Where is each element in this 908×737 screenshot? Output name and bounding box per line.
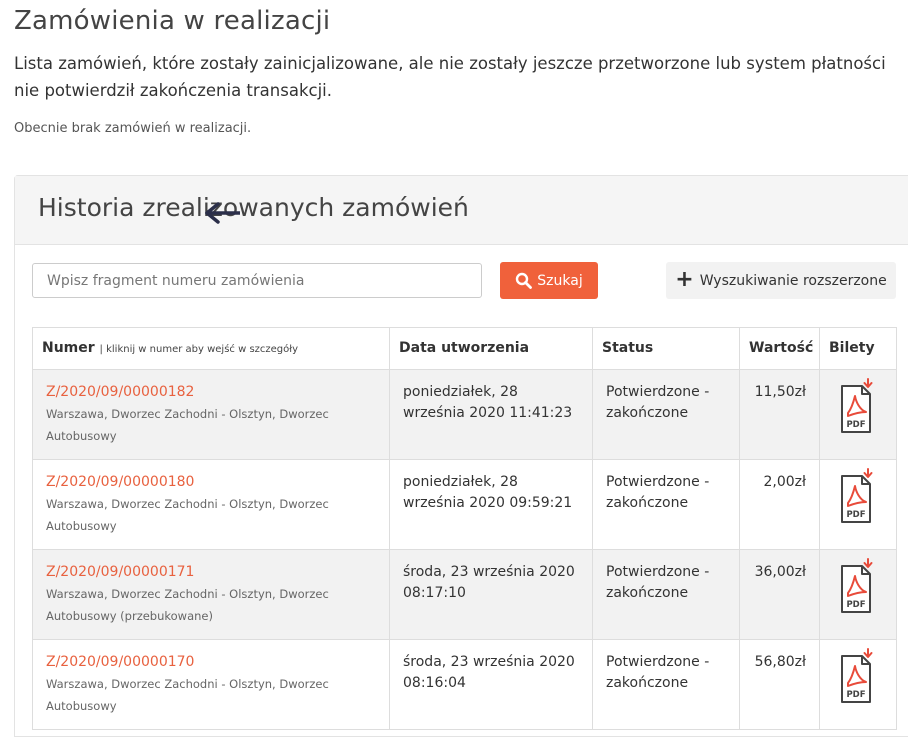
plus-icon: + [675, 266, 694, 292]
column-header-created: Data utworzenia [389, 327, 593, 370]
column-header-value: Wartość [739, 327, 820, 370]
order-status-cell: Potwierdzone - zakończone [592, 459, 740, 550]
pdf-download-icon[interactable]: PDF [838, 558, 878, 623]
pdf-label: PDF [846, 420, 865, 430]
pdf-label: PDF [846, 600, 865, 610]
column-header-number: Numer | kliknij w numer aby wejść w szcz… [32, 327, 390, 370]
table-row: Z/2020/09/00000171 Warszawa, Dworzec Zac… [32, 549, 897, 640]
order-number-cell: Z/2020/09/00000170 Warszawa, Dworzec Zac… [32, 639, 390, 730]
order-tickets-cell: PDF [819, 369, 897, 460]
order-status-cell: Potwierdzone - zakończone [592, 639, 740, 730]
order-status-cell: Potwierdzone - zakończone [592, 369, 740, 460]
order-value-cell: 36,00zł [739, 549, 820, 640]
table-header-row: Numer | kliknij w numer aby wejść w szcz… [32, 327, 897, 370]
order-route: Warszawa, Dworzec Zachodni - Olsztyn, Dw… [46, 407, 329, 443]
pdf-label: PDF [846, 510, 865, 520]
order-value-cell: 11,50zł [739, 369, 820, 460]
page-title: Zamówienia w realizacji [14, 6, 331, 36]
order-number-link[interactable]: Z/2020/09/00000171 [46, 564, 194, 580]
pdf-label: PDF [846, 690, 865, 700]
order-number-cell: Z/2020/09/00000171 Warszawa, Dworzec Zac… [32, 549, 390, 640]
pdf-download-icon[interactable]: PDF [838, 468, 878, 533]
order-number-cell: Z/2020/09/00000180 Warszawa, Dworzec Zac… [32, 459, 390, 550]
empty-orders-note: Obecnie brak zamówień w realizacji. [14, 121, 252, 136]
column-header-tickets: Bilety [819, 327, 897, 370]
order-number-link[interactable]: Z/2020/09/00000180 [46, 474, 194, 490]
order-route: Warszawa, Dworzec Zachodni - Olsztyn, Dw… [46, 587, 329, 623]
table-row: Z/2020/09/00000180 Warszawa, Dworzec Zac… [32, 459, 897, 550]
pdf-download-icon[interactable]: PDF [838, 378, 878, 443]
column-number-hint: | kliknij w numer aby wejść w szczegóły [99, 344, 299, 355]
pdf-download-icon[interactable]: PDF [838, 648, 878, 713]
panel-title: Historia zrealizowanych zamówień [38, 193, 469, 222]
search-icon [516, 272, 533, 289]
advanced-search-label: Wyszukiwanie rozszerzone [699, 272, 887, 289]
order-created-cell: poniedziałek, 28 września 2020 09:59:21 [389, 459, 593, 550]
column-number-label: Numer [42, 340, 95, 356]
order-number-cell: Z/2020/09/00000182 Warszawa, Dworzec Zac… [32, 369, 390, 460]
column-header-status: Status [592, 327, 740, 370]
order-history-panel: Historia zrealizowanych zamówień Szukaj … [14, 175, 908, 737]
table-row: Z/2020/09/00000170 Warszawa, Dworzec Zac… [32, 639, 897, 730]
arrow-left-icon [205, 202, 240, 224]
order-route: Warszawa, Dworzec Zachodni - Olsztyn, Dw… [46, 497, 329, 533]
order-value-cell: 56,80zł [739, 639, 820, 730]
order-tickets-cell: PDF [819, 639, 897, 730]
order-number-link[interactable]: Z/2020/09/00000182 [46, 384, 194, 400]
order-created-cell: środa, 23 września 2020 08:17:10 [389, 549, 593, 640]
order-route: Warszawa, Dworzec Zachodni - Olsztyn, Dw… [46, 677, 329, 713]
orders-table: Numer | kliknij w numer aby wejść w szcz… [32, 327, 897, 730]
order-status-cell: Potwierdzone - zakończone [592, 549, 740, 640]
order-number-link[interactable]: Z/2020/09/00000170 [46, 654, 194, 670]
order-tickets-cell: PDF [819, 459, 897, 550]
order-tickets-cell: PDF [819, 549, 897, 640]
panel-header: Historia zrealizowanych zamówień [15, 176, 908, 245]
advanced-search-button[interactable]: + Wyszukiwanie rozszerzone [666, 262, 896, 299]
order-value-cell: 2,00zł [739, 459, 820, 550]
order-search-input[interactable] [32, 263, 482, 298]
search-button-label: Szukaj [537, 272, 583, 289]
order-created-cell: środa, 23 września 2020 08:16:04 [389, 639, 593, 730]
table-row: Z/2020/09/00000182 Warszawa, Dworzec Zac… [32, 369, 897, 460]
page-intro: Lista zamówień, które zostały zainicjali… [14, 54, 886, 100]
order-created-cell: poniedziałek, 28 września 2020 11:41:23 [389, 369, 593, 460]
search-button[interactable]: Szukaj [500, 262, 598, 299]
